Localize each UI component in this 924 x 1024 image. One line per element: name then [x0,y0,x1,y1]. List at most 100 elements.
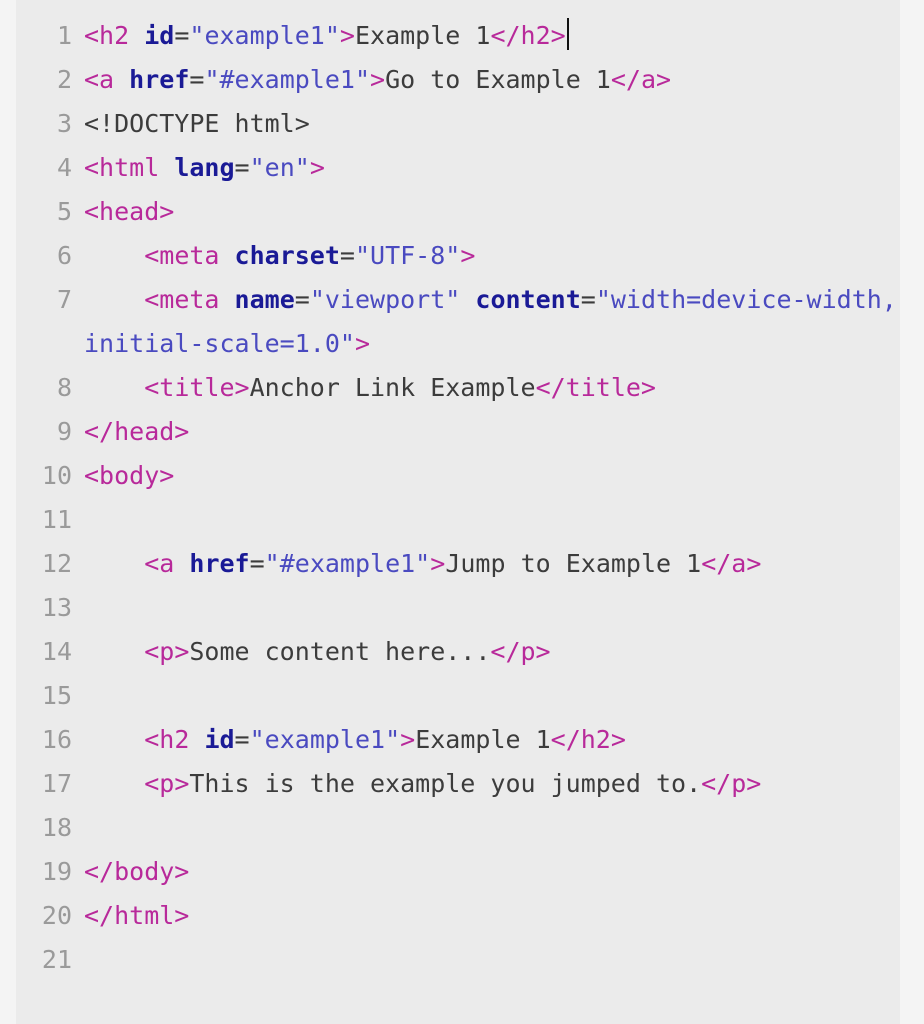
code-line-content[interactable]: <title>Anchor Link Example</title> [72,366,900,410]
line-number: 17 [41,769,72,798]
code-token-text: Go to Example 1 [385,65,611,94]
code-line-content[interactable]: <meta name="viewport" content="width=dev… [72,278,900,366]
code-token-tag: <html [84,153,160,182]
code-token-val: "UTF-8" [354,241,461,270]
code-token-val: "example1" [249,725,401,754]
code-token-punct: = [339,241,355,270]
code-token-tag: > [460,241,476,270]
code-token-doctype: <!DOCTYPE html> [84,109,310,138]
code-line-content[interactable]: <head> [72,190,900,234]
code-token-punct: = [189,65,205,94]
line-number: 4 [56,153,72,182]
code-token-tag: </body> [84,857,190,886]
code-token-tag: </p> [490,637,551,666]
code-line[interactable]: 12 <a href="#example1">Jump to Example 1… [16,542,900,586]
code-line-list[interactable]: 1 <h2 id="example1">Example 1</h2> 2 <a hre… [16,0,900,982]
code-token-text: This is the example you jumped to. [189,769,702,798]
code-token-punct: = [294,285,310,314]
code-line[interactable]: 6 <meta charset="UTF-8"> [16,234,900,278]
line-number: 7 [56,285,72,314]
code-line-content[interactable]: <body> [72,454,900,498]
code-line[interactable]: 7 <meta name="viewport" content="width=d… [16,278,900,366]
code-token-text: Example 1 [354,21,491,50]
code-line-content[interactable]: <h2 id="example1">Example 1</h2> [72,14,900,58]
code-token-tag: </h2> [550,725,626,754]
line-number: 8 [56,373,72,402]
code-line[interactable]: 15 [16,674,900,718]
code-token-text: Jump to Example 1 [445,549,702,578]
code-line[interactable]: 10 <body> [16,454,900,498]
code-token-attr: lang [174,153,235,182]
code-token-tag: <p> [144,769,190,798]
code-line[interactable]: 21 [16,938,900,982]
code-token-punct: = [580,285,596,314]
code-line-content[interactable]: <meta charset="UTF-8"> [72,234,900,278]
code-token-punct: = [234,725,250,754]
code-line-content[interactable]: </html> [72,894,900,938]
code-token-tag: > [354,329,370,358]
line-number: 21 [41,945,72,974]
code-token-tag: > [370,65,386,94]
code-editor-surface[interactable]: 1 <h2 id="example1">Example 1</h2> 2 <a hre… [16,0,900,1024]
code-line[interactable]: 5 <head> [16,190,900,234]
code-line-content[interactable]: <html lang="en"> [72,146,900,190]
code-token-tag: </html> [84,901,190,930]
code-token-val: "en" [249,153,310,182]
line-number: 10 [41,461,72,490]
line-number: 16 [41,725,72,754]
code-token-tag: </head> [84,417,190,446]
code-line-content[interactable]: <a href="#example1">Jump to Example 1</a… [72,542,900,586]
code-token-tag: > [339,21,355,50]
code-line[interactable]: 14 <p>Some content here...</p> [16,630,900,674]
code-token-tag: </h2> [490,21,566,50]
code-line[interactable]: 13 [16,586,900,630]
code-line-content[interactable] [72,586,900,630]
code-line[interactable]: 17 <p>This is the example you jumped to.… [16,762,900,806]
code-token-tag: <a [144,549,175,578]
code-token-tag: <body> [84,461,175,490]
code-line-content[interactable]: </body> [72,850,900,894]
code-token-tag: </p> [701,769,762,798]
code-token-tag: <meta [144,241,220,270]
code-line-content[interactable] [72,806,900,850]
code-line-content[interactable]: <p>This is the example you jumped to.</p… [72,762,900,806]
code-line[interactable]: 1 <h2 id="example1">Example 1</h2> [16,14,900,58]
code-line-content[interactable]: <!DOCTYPE html> [72,102,900,146]
code-token-tag: <a [84,65,115,94]
code-line[interactable]: 8 <title>Anchor Link Example</title> [16,366,900,410]
code-line[interactable]: 20 </html> [16,894,900,938]
code-line[interactable]: 19 </body> [16,850,900,894]
code-token-attr: id [144,21,175,50]
code-editor[interactable]: 1 <h2 id="example1">Example 1</h2> 2 <a hre… [0,0,924,1024]
code-line[interactable]: 9 </head> [16,410,900,454]
line-number: 2 [56,65,72,94]
code-token-val: "viewport" [309,285,461,314]
code-token-text: Some content here... [189,637,491,666]
line-number: 20 [41,901,72,930]
line-number: 5 [56,197,72,226]
code-line[interactable]: 11 [16,498,900,542]
line-number: 13 [41,593,72,622]
code-token-tag: <h2 [144,725,190,754]
code-line[interactable]: 18 [16,806,900,850]
code-line[interactable]: 4 <html lang="en"> [16,146,900,190]
code-token-attr: href [129,65,190,94]
code-line-content[interactable]: <h2 id="example1">Example 1</h2> [72,718,900,762]
code-token-tag: <head> [84,197,175,226]
code-line[interactable]: 16 <h2 id="example1">Example 1</h2> [16,718,900,762]
code-line-content[interactable]: </head> [72,410,900,454]
code-line[interactable]: 3 <!DOCTYPE html> [16,102,900,146]
code-line-content[interactable] [72,498,900,542]
code-line-content[interactable]: <a href="#example1">Go to Example 1</a> [72,58,900,102]
code-line-content[interactable] [72,938,900,982]
code-token-tag: <h2 [84,21,130,50]
code-line[interactable]: 2 <a href="#example1">Go to Example 1</a> [16,58,900,102]
code-line-content[interactable]: <p>Some content here...</p> [72,630,900,674]
code-token-tag: </title> [535,373,656,402]
code-line-content[interactable] [72,674,900,718]
